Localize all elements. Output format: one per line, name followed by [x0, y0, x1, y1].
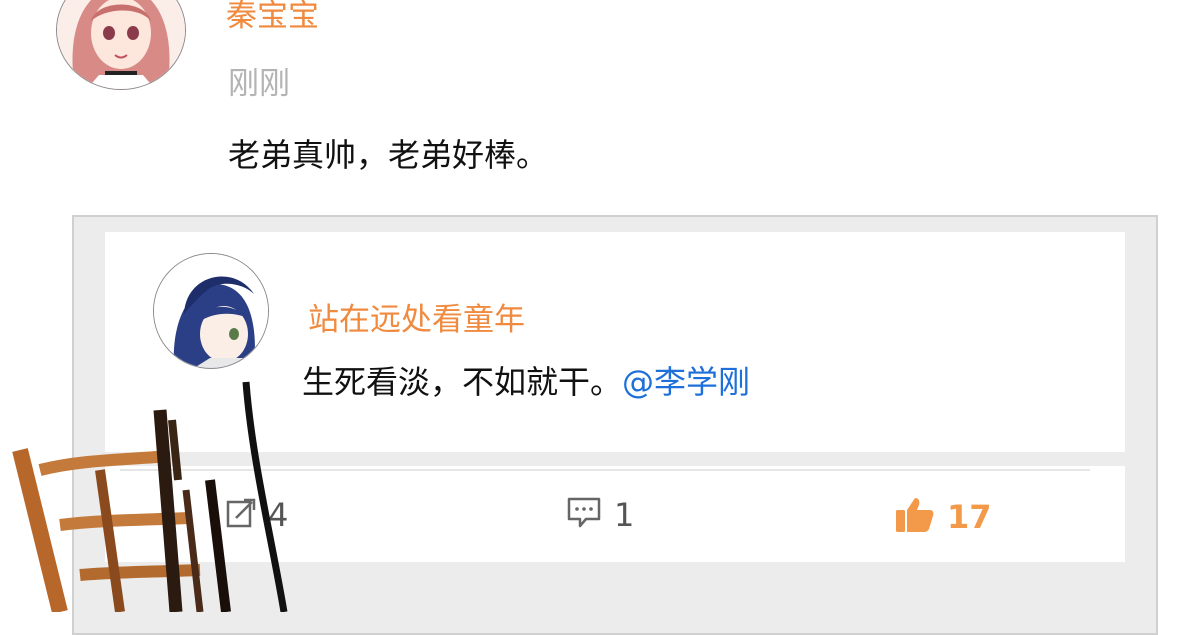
like-count: 17: [947, 498, 992, 536]
reply-username[interactable]: 站在远处看童年: [308, 294, 525, 339]
share-icon: [226, 496, 256, 534]
share-button[interactable]: 4: [226, 496, 288, 534]
like-button[interactable]: 17: [895, 496, 992, 538]
post-text: 老弟真帅，老弟好棒。: [228, 136, 549, 174]
divider: [120, 469, 1090, 471]
comment-count: 1: [614, 496, 635, 534]
comment-icon: [566, 496, 602, 534]
reply-user-avatar[interactable]: [153, 253, 269, 369]
reply-body: 生死看淡，不如就干。: [302, 363, 623, 401]
reply-text: 生死看淡，不如就干。@李学刚: [302, 357, 750, 403]
mention-link[interactable]: @李学刚: [622, 363, 750, 401]
post-timestamp: 刚刚: [228, 66, 290, 102]
thumbs-up-icon: [895, 496, 935, 538]
user-avatar[interactable]: [56, 0, 186, 90]
share-count: 4: [268, 496, 289, 534]
post-username[interactable]: 秦宝宝: [226, 0, 319, 35]
comment-button[interactable]: 1: [566, 496, 634, 534]
